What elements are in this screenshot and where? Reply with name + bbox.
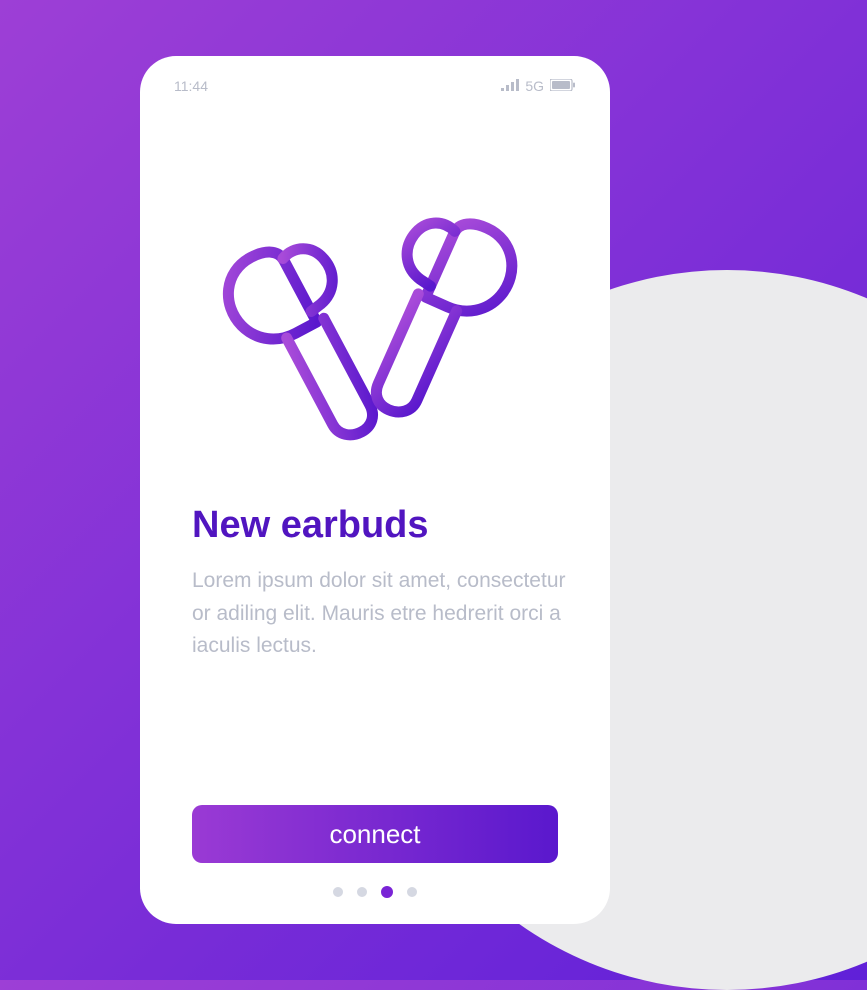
pagination-dot-0[interactable] xyxy=(333,887,343,897)
connect-button[interactable]: connect xyxy=(192,805,558,863)
page-title: New earbuds xyxy=(170,504,580,547)
status-right: 5G xyxy=(501,78,576,94)
phone-frame: 11:44 5G xyxy=(140,56,610,924)
network-label: 5G xyxy=(525,78,544,94)
pagination-dot-3[interactable] xyxy=(407,887,417,897)
status-time: 11:44 xyxy=(174,78,208,94)
earbuds-icon xyxy=(210,154,520,464)
pagination-dot-1[interactable] xyxy=(357,887,367,897)
status-bar: 11:44 5G xyxy=(170,78,580,94)
hero-illustration xyxy=(170,134,580,484)
signal-icon xyxy=(501,79,519,93)
page-description: Lorem ipsum dolor sit amet, consectetur … xyxy=(170,565,580,663)
connect-button-label: connect xyxy=(329,819,420,850)
battery-icon xyxy=(550,78,576,94)
pagination-dot-2[interactable] xyxy=(381,886,393,898)
pagination xyxy=(170,887,580,898)
